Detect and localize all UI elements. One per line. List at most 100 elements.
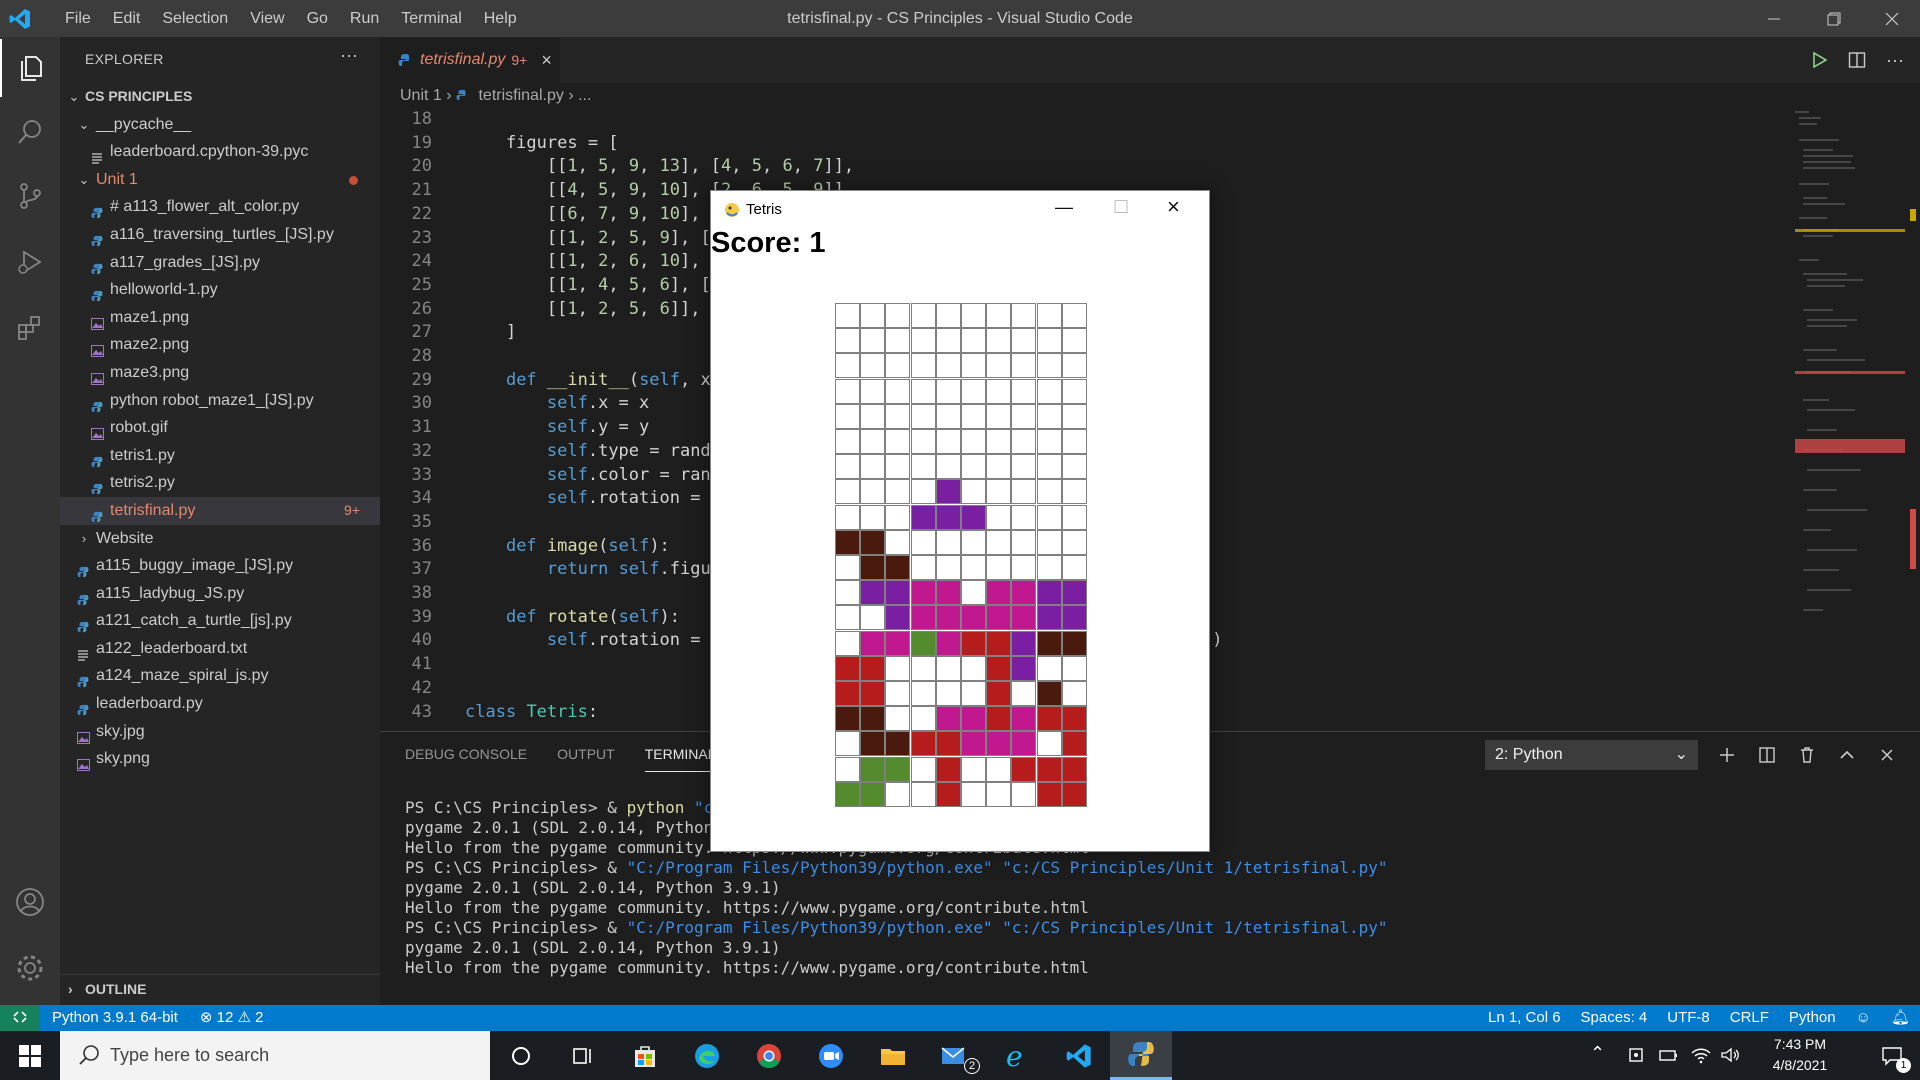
- restore-button[interactable]: [1806, 0, 1862, 37]
- tree-item[interactable]: tetris1.py: [60, 442, 380, 470]
- store-app[interactable]: [614, 1031, 676, 1080]
- tree-item[interactable]: a117_grades_[JS].py: [60, 249, 380, 277]
- language-mode[interactable]: Python: [1789, 1005, 1836, 1031]
- run-debug-view-button[interactable]: [0, 233, 60, 291]
- tree-item[interactable]: sky.png: [60, 745, 380, 773]
- tetris-minimize-icon[interactable]: —: [1055, 197, 1073, 218]
- volume-icon[interactable]: [1720, 1046, 1742, 1064]
- tree-item[interactable]: # a113_flower_alt_color.py: [60, 193, 380, 221]
- extensions-view-button[interactable]: [0, 299, 60, 357]
- tree-item[interactable]: a121_catch_a_turtle_[js].py: [60, 607, 380, 635]
- start-button[interactable]: [0, 1031, 60, 1080]
- menu-file[interactable]: File: [54, 0, 102, 37]
- action-center-button[interactable]: 1: [1866, 1031, 1920, 1080]
- mail-app[interactable]: 2: [924, 1031, 986, 1080]
- minimap[interactable]: [1790, 109, 1906, 731]
- file-explorer-app[interactable]: [862, 1031, 924, 1080]
- tree-item[interactable]: maze2.png: [60, 331, 380, 359]
- end-of-line[interactable]: CRLF: [1730, 1005, 1769, 1031]
- tree-item[interactable]: robot.gif: [60, 414, 380, 442]
- tree-item[interactable]: › Website: [60, 525, 380, 553]
- tree-item[interactable]: a115_buggy_image_[JS].py: [60, 552, 380, 580]
- tree-item[interactable]: a124_maze_spiral_js.py: [60, 662, 380, 690]
- vscode-app[interactable]: [1048, 1031, 1110, 1080]
- manage-button[interactable]: [0, 939, 60, 997]
- show-hidden-icons-chevron-icon[interactable]: ⌃: [1590, 1043, 1605, 1064]
- menu-run[interactable]: Run: [339, 0, 390, 37]
- run-file-icon[interactable]: [1810, 51, 1828, 69]
- taskbar-clock[interactable]: 7:43 PM 4/8/2021: [1755, 1034, 1845, 1076]
- meet-now-icon[interactable]: [1628, 1046, 1646, 1064]
- outline-section[interactable]: › OUTLINE: [60, 974, 380, 1002]
- wifi-icon[interactable]: [1690, 1046, 1712, 1064]
- notifications-bell-icon[interactable]: 🔔︎: [1891, 1005, 1910, 1031]
- edge-app[interactable]: [676, 1031, 738, 1080]
- line-number: 21: [411, 180, 432, 201]
- tree-item[interactable]: maze1.png: [60, 304, 380, 332]
- cortana-button[interactable]: [490, 1031, 552, 1080]
- tree-item[interactable]: a115_ladybug_JS.py: [60, 580, 380, 608]
- tree-item[interactable]: ⌄ Unit 1: [60, 166, 380, 194]
- tetris-close-icon[interactable]: ×: [1167, 194, 1180, 220]
- editor-scrollbar[interactable]: [1906, 109, 1920, 731]
- tree-item[interactable]: tetris2.py: [60, 469, 380, 497]
- panel-tab-output[interactable]: OUTPUT: [557, 732, 615, 776]
- menu-view[interactable]: View: [239, 0, 295, 37]
- more-actions-icon[interactable]: ···: [340, 45, 358, 66]
- workspace-root[interactable]: ⌄ CS PRINCIPLES: [60, 83, 380, 111]
- encoding[interactable]: UTF-8: [1667, 1005, 1710, 1031]
- panel-tab-debug-console[interactable]: DEBUG CONSOLE: [405, 732, 527, 776]
- search-view-button[interactable]: [0, 103, 60, 161]
- accounts-button[interactable]: [0, 873, 60, 931]
- new-terminal-icon[interactable]: [1718, 746, 1736, 764]
- breadcrumb-file[interactable]: tetrisfinal.py: [478, 87, 563, 104]
- indentation[interactable]: Spaces: 4: [1581, 1005, 1648, 1031]
- trash-icon[interactable]: [1798, 746, 1816, 764]
- tree-item[interactable]: leaderboard.cpython-39.pyc: [60, 138, 380, 166]
- menu-selection[interactable]: Selection: [151, 0, 239, 37]
- tree-item[interactable]: a116_traversing_turtles_[JS].py: [60, 221, 380, 249]
- minimize-button[interactable]: [1746, 0, 1802, 37]
- tree-item[interactable]: leaderboard.py: [60, 690, 380, 718]
- tree-item[interactable]: a122_leaderboard.txt: [60, 635, 380, 663]
- python-app[interactable]: [1110, 1031, 1172, 1080]
- breadcrumb-folder[interactable]: Unit 1: [400, 87, 442, 104]
- more-editor-actions-icon[interactable]: ···: [1886, 50, 1904, 71]
- menu-terminal[interactable]: Terminal: [390, 0, 472, 37]
- close-button[interactable]: [1864, 0, 1920, 37]
- internet-explorer-app[interactable]: e: [986, 1031, 1048, 1080]
- tree-item[interactable]: ⌄ __pycache__: [60, 111, 380, 139]
- tree-item[interactable]: sky.jpg: [60, 718, 380, 746]
- tetris-title-bar[interactable]: Tetris — ☐ ×: [711, 191, 1209, 229]
- problems-indicator[interactable]: ⊗ 12 ⚠ 2: [200, 1005, 264, 1031]
- tab-tetrisfinal[interactable]: tetrisfinal.py 9+ ×: [380, 37, 560, 83]
- menu-edit[interactable]: Edit: [102, 0, 152, 37]
- explorer-view-button[interactable]: [0, 39, 60, 97]
- maximize-panel-icon[interactable]: [1838, 746, 1856, 764]
- menu-help[interactable]: Help: [473, 0, 528, 37]
- zoom-app[interactable]: [800, 1031, 862, 1080]
- task-view-button[interactable]: [552, 1031, 614, 1080]
- tetris-window[interactable]: Tetris — ☐ × Score: 1: [710, 190, 1210, 852]
- tree-item[interactable]: tetrisfinal.py 9+: [60, 496, 380, 525]
- split-editor-icon[interactable]: [1848, 51, 1866, 69]
- tab-close-icon[interactable]: ×: [541, 50, 552, 71]
- tree-item[interactable]: python robot_maze1_[JS].py: [60, 387, 380, 415]
- breadcrumb-symbol[interactable]: ...: [578, 87, 591, 104]
- panel-tab-terminal[interactable]: TERMINAL: [644, 736, 716, 772]
- split-terminal-icon[interactable]: [1758, 746, 1776, 764]
- feedback-icon[interactable]: ☺: [1856, 1005, 1871, 1031]
- close-panel-icon[interactable]: [1878, 746, 1896, 764]
- source-control-view-button[interactable]: [0, 167, 60, 225]
- cursor-position[interactable]: Ln 1, Col 6: [1488, 1005, 1561, 1031]
- battery-icon[interactable]: [1658, 1046, 1680, 1064]
- chrome-app[interactable]: [738, 1031, 800, 1080]
- tetris-maximize-icon[interactable]: ☐: [1113, 197, 1129, 218]
- remote-button[interactable]: [0, 1005, 40, 1031]
- tree-item[interactable]: helloworld-1.py: [60, 276, 380, 304]
- menu-go[interactable]: Go: [296, 0, 339, 37]
- python-interpreter[interactable]: Python 3.9.1 64-bit: [52, 1005, 178, 1031]
- tree-item[interactable]: maze3.png: [60, 359, 380, 387]
- terminal-select[interactable]: 2: Python ⌄: [1485, 740, 1698, 770]
- taskbar-search-box[interactable]: Type here to search: [60, 1031, 490, 1080]
